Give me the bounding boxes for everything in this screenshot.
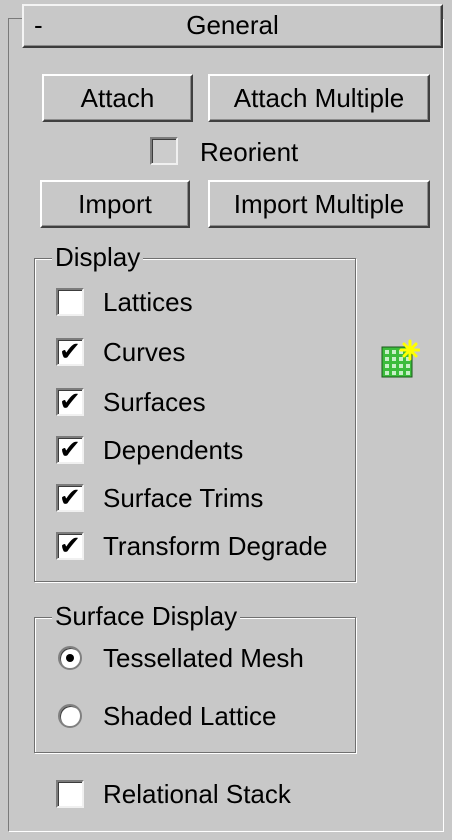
import-button[interactable]: Import [40, 180, 190, 228]
tessellated-mesh-radio[interactable] [58, 646, 82, 670]
shaded-lattice-radio[interactable] [58, 704, 82, 728]
surfaces-label: Surfaces [103, 387, 206, 417]
checkmark-icon: ✔ [59, 386, 81, 416]
import-multiple-button[interactable]: Import Multiple [208, 180, 430, 228]
reorient-label: Reorient [200, 137, 299, 167]
reorient-checkbox[interactable] [150, 137, 178, 165]
relational-stack-label: Relational Stack [103, 779, 291, 809]
checkmark-icon: ✔ [59, 434, 81, 464]
checkmark-icon: ✔ [59, 530, 81, 560]
relational-stack-checkbox[interactable] [56, 780, 84, 808]
surfaces-checkbox[interactable]: ✔ [56, 386, 84, 416]
dependents-checkbox[interactable]: ✔ [56, 434, 84, 464]
checkmark-icon: ✔ [59, 336, 81, 366]
radio-selected-dot [66, 654, 74, 662]
display-group-title: Display [52, 242, 144, 272]
lattices-label: Lattices [103, 287, 193, 317]
attach-button[interactable]: Attach [42, 74, 193, 122]
surface-trims-label: Surface Trims [103, 483, 264, 513]
tessellated-mesh-label: Tessellated Mesh [103, 643, 304, 673]
curves-checkbox[interactable]: ✔ [56, 336, 84, 366]
attach-multiple-button[interactable]: Attach Multiple [208, 74, 430, 122]
rollout-title: General [186, 10, 279, 40]
checkmark-icon: ✔ [59, 482, 81, 512]
curves-label: Curves [103, 337, 186, 367]
surface-trims-checkbox[interactable]: ✔ [56, 482, 84, 512]
surface-selection-icon[interactable] [380, 339, 421, 379]
dependents-label: Dependents [103, 435, 244, 465]
transform-degrade-checkbox[interactable]: ✔ [56, 530, 84, 560]
shaded-lattice-label: Shaded Lattice [103, 701, 277, 731]
transform-degrade-label: Transform Degrade [103, 531, 328, 561]
surface-display-group [34, 617, 356, 753]
surface-display-group-title: Surface Display [52, 601, 241, 631]
lattices-checkbox[interactable] [56, 288, 84, 316]
